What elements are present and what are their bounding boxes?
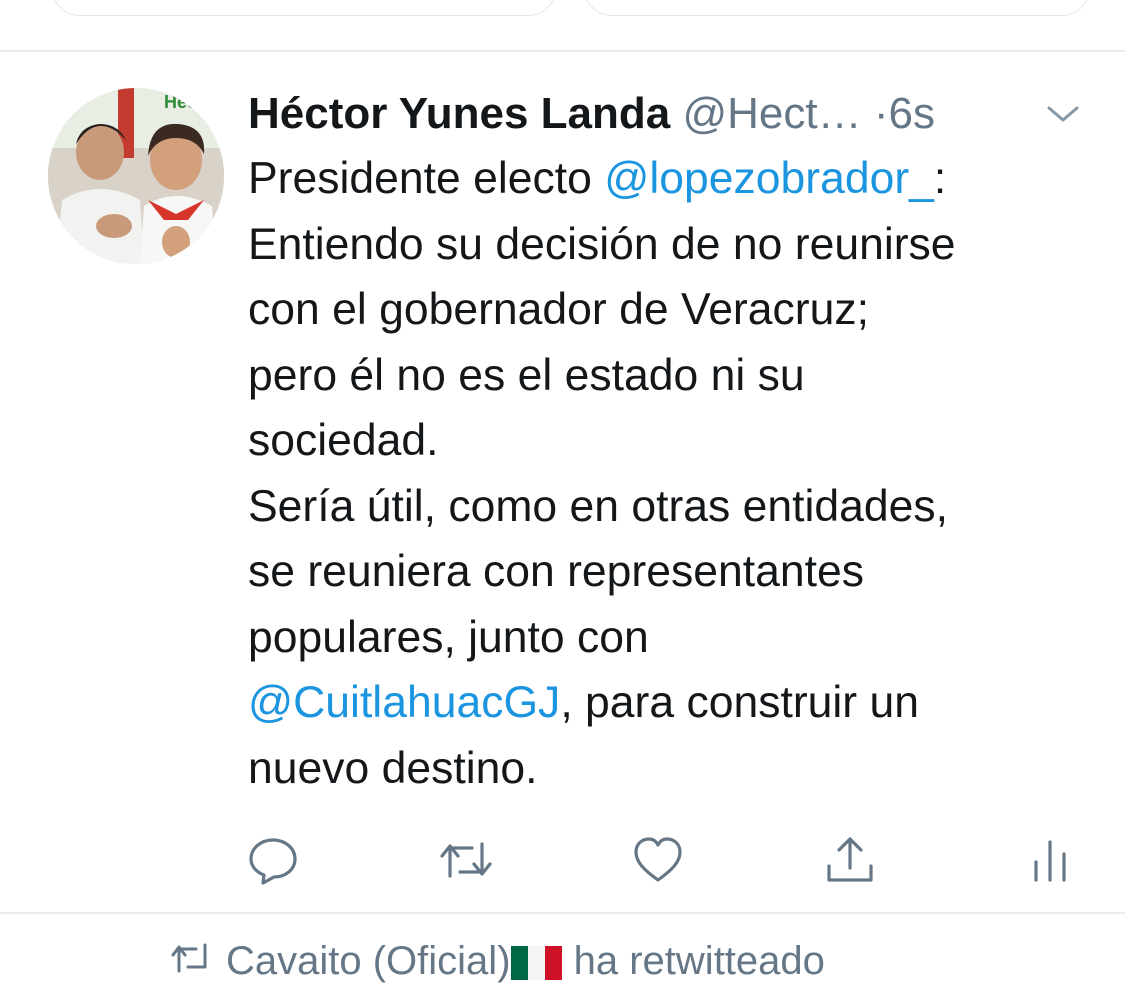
mention-lopezobrador[interactable]: @lopezobrador_ bbox=[604, 154, 934, 203]
retweet-button[interactable] bbox=[438, 832, 494, 888]
analytics-icon bbox=[1034, 840, 1066, 882]
reply-button[interactable] bbox=[245, 832, 301, 888]
tweet-text-intro: Presidente electo bbox=[248, 154, 605, 203]
divider-bottom bbox=[0, 912, 1125, 914]
retweet-context[interactable]: Cavaito (Oficial) ha retwitteado bbox=[170, 936, 825, 986]
avatar-photo: Hec bbox=[48, 88, 224, 264]
mexico-flag-icon bbox=[510, 946, 563, 981]
separator-dot: · bbox=[873, 89, 889, 138]
mention-cuitlahuacgj[interactable]: @CuitlahuacGJ bbox=[248, 678, 560, 727]
retweet-context-icon bbox=[170, 937, 226, 989]
retweet-context-suffix: ha retwitteado bbox=[562, 939, 825, 983]
tweet-text: Presidente electo @lopezobrador_: Entien… bbox=[248, 146, 1108, 801]
avatar[interactable]: Hec bbox=[48, 88, 224, 264]
divider-top bbox=[0, 50, 1125, 52]
previous-tweet-pill-right[interactable] bbox=[584, 0, 1090, 16]
share-button[interactable] bbox=[822, 832, 878, 888]
like-button[interactable] bbox=[630, 832, 686, 888]
user-handle[interactable]: @Hect… bbox=[682, 89, 861, 138]
retweet-icon bbox=[440, 842, 492, 878]
avatar-logo-text: Hec bbox=[164, 92, 197, 112]
tweet-text-middle: : Entiendo su decisión de no reunirse co… bbox=[248, 154, 956, 662]
reply-icon bbox=[249, 838, 297, 885]
tweet-header: Héctor Yunes Landa @Hect… ·6s bbox=[248, 86, 1088, 142]
heart-icon bbox=[634, 837, 682, 882]
share-icon bbox=[827, 837, 873, 882]
retweeter-name: Cavaito (Oficial) bbox=[226, 939, 511, 983]
timestamp[interactable]: 6s bbox=[888, 89, 934, 138]
analytics-button[interactable] bbox=[1022, 832, 1078, 888]
display-name[interactable]: Héctor Yunes Landa bbox=[248, 89, 670, 138]
chevron-down-icon[interactable] bbox=[1044, 101, 1082, 127]
previous-tweet-pill-left[interactable] bbox=[52, 0, 556, 16]
